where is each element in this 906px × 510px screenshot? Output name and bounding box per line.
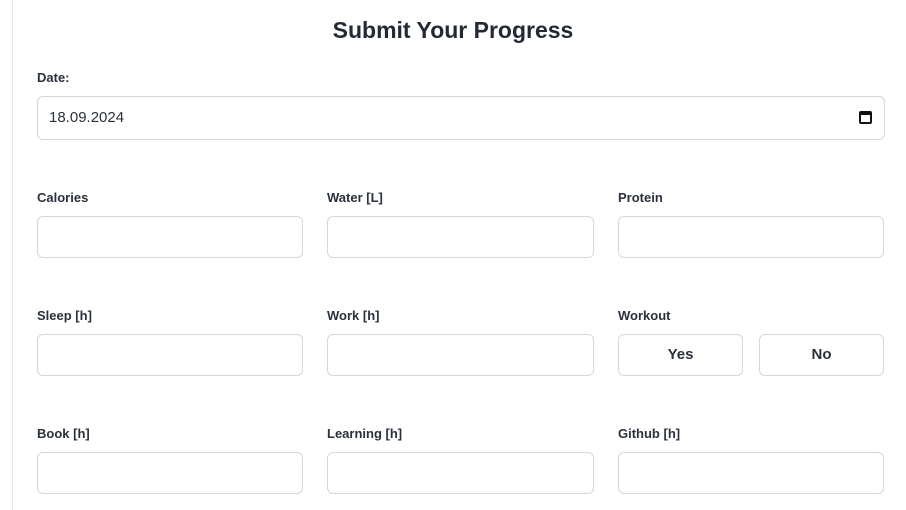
date-value: 18.09.2024 <box>49 109 125 126</box>
book-field[interactable] <box>37 452 303 494</box>
workout-yes-button[interactable]: Yes <box>618 334 743 376</box>
protein-input[interactable] <box>619 217 883 257</box>
protein-field[interactable] <box>618 216 884 258</box>
work-input[interactable] <box>328 335 593 375</box>
date-field[interactable]: 18.09.2024 <box>37 96 885 140</box>
learning-field[interactable] <box>327 452 594 494</box>
sleep-field[interactable] <box>37 334 303 376</box>
left-divider <box>12 0 13 510</box>
workout-label: Workout <box>618 308 671 323</box>
date-label: Date: <box>37 70 70 85</box>
water-label: Water [L] <box>327 190 383 205</box>
sleep-input[interactable] <box>38 335 302 375</box>
work-label: Work [h] <box>327 308 380 323</box>
progress-form-page: Submit Your Progress Date: 18.09.2024 Ca… <box>0 0 906 510</box>
page-title: Submit Your Progress <box>332 17 574 43</box>
book-input[interactable] <box>38 453 302 493</box>
calories-label: Calories <box>37 190 89 205</box>
calories-field[interactable] <box>37 216 303 258</box>
water-field[interactable] <box>327 216 594 258</box>
calendar-icon[interactable] <box>859 111 872 124</box>
sleep-label: Sleep [h] <box>37 308 92 323</box>
workout-no-button[interactable]: No <box>759 334 884 376</box>
work-field[interactable] <box>327 334 594 376</box>
water-input[interactable] <box>328 217 593 257</box>
github-input[interactable] <box>619 453 883 493</box>
protein-label: Protein <box>618 190 663 205</box>
learning-input[interactable] <box>328 453 593 493</box>
github-field[interactable] <box>618 452 884 494</box>
book-label: Book [h] <box>37 426 90 441</box>
github-label: Github [h] <box>618 426 681 441</box>
calories-input[interactable] <box>38 217 302 257</box>
learning-label: Learning [h] <box>327 426 403 441</box>
